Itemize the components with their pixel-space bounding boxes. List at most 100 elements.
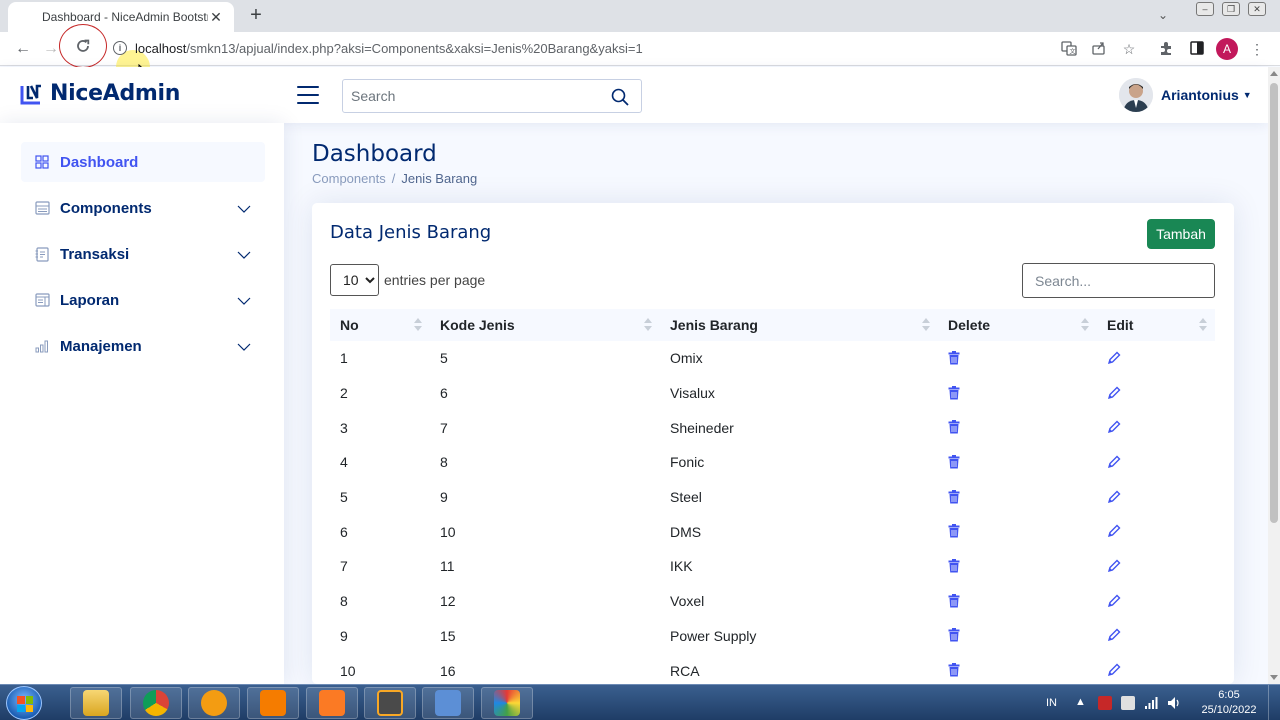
trash-icon[interactable]	[948, 420, 964, 436]
sidebar-item-laporan[interactable]: Laporan	[21, 280, 265, 320]
antivirus-icon[interactable]	[1098, 696, 1112, 710]
chrome-task-icon[interactable]	[130, 687, 182, 719]
cell-no: 7	[340, 558, 348, 575]
system-clock[interactable]: 6:05 25/10/2022	[1198, 688, 1260, 718]
scroll-down-icon[interactable]	[1270, 675, 1278, 680]
pencil-icon[interactable]	[1107, 420, 1123, 436]
column-header-jenis-barang[interactable]: Jenis Barang	[660, 309, 938, 341]
bookmark-star-icon[interactable]: ☆	[1120, 40, 1138, 58]
back-icon[interactable]: ←	[12, 38, 34, 60]
cell-edit	[1097, 376, 1215, 411]
language-indicator[interactable]: IN	[1046, 697, 1057, 709]
browser-tab[interactable]: Dashboard - NiceAdmin Bootstra ✕	[8, 2, 234, 32]
show-hidden-icons-icon[interactable]: ▲	[1075, 696, 1089, 710]
pencil-icon[interactable]	[1107, 386, 1123, 402]
column-header-kode-jenis[interactable]: Kode Jenis	[430, 309, 660, 341]
user-dropdown[interactable]: Ariantonius ▼	[1119, 78, 1252, 112]
sort-icon	[644, 318, 652, 332]
trash-icon[interactable]	[948, 628, 964, 644]
trash-icon[interactable]	[948, 593, 964, 610]
close-tab-icon[interactable]: ✕	[208, 9, 224, 26]
search-icon[interactable]	[611, 88, 629, 111]
breadcrumb-item[interactable]: Components	[312, 171, 386, 186]
cell-edit	[1097, 480, 1215, 515]
start-button[interactable]	[6, 686, 42, 720]
trash-icon[interactable]	[948, 489, 964, 506]
xampp-task-icon[interactable]	[306, 687, 358, 719]
share-icon[interactable]	[1090, 40, 1108, 58]
site-info-icon[interactable]: i	[113, 41, 127, 55]
pencil-icon[interactable]	[1107, 594, 1123, 610]
translate-icon[interactable]: 文	[1060, 40, 1078, 58]
cell-delete	[938, 619, 1097, 654]
trash-icon[interactable]	[948, 663, 964, 679]
url-host: localhost	[135, 41, 187, 56]
header-search	[342, 79, 642, 113]
table-row: 10 16 RCA	[330, 653, 1215, 684]
column-header-label: Delete	[948, 317, 991, 333]
table-row: 8 12 Voxel	[330, 584, 1215, 619]
pdf-task-icon[interactable]	[247, 687, 299, 719]
minimize-icon[interactable]: –	[1196, 2, 1214, 16]
pencil-icon[interactable]	[1107, 628, 1123, 644]
cell-no: 8	[340, 593, 348, 610]
sidebar-item-dashboard[interactable]: Dashboard	[21, 142, 265, 182]
trash-icon[interactable]	[948, 350, 964, 367]
column-header-delete[interactable]: Delete	[938, 309, 1097, 341]
cell-no: 5	[340, 489, 348, 506]
system-tray: IN ▲	[1046, 685, 1190, 720]
sidebar-item-transaksi[interactable]: Transaksi	[21, 234, 265, 274]
pencil-icon[interactable]	[1107, 490, 1123, 506]
address-bar[interactable]: localhost/smkn13/apjual/index.php?aksi=C…	[135, 41, 643, 56]
action-center-flag-icon[interactable]	[1121, 696, 1135, 710]
page-scrollbar[interactable]	[1268, 67, 1280, 684]
cell-jenis-barang: Sheineder	[670, 419, 734, 436]
table-search-input[interactable]	[1022, 263, 1215, 298]
column-header-no[interactable]: No	[330, 309, 430, 341]
pencil-icon[interactable]	[1107, 351, 1123, 367]
cell-kode-jenis: 16	[440, 662, 456, 679]
profile-avatar[interactable]: A	[1216, 38, 1238, 60]
restore-icon[interactable]: ❐	[1222, 2, 1240, 16]
pencil-icon[interactable]	[1107, 663, 1123, 679]
volume-icon[interactable]	[1167, 696, 1181, 710]
pencil-icon[interactable]	[1107, 455, 1123, 471]
cell-delete	[938, 376, 1097, 411]
scroll-up-icon[interactable]	[1270, 71, 1278, 76]
header-search-input[interactable]	[343, 80, 593, 112]
cell-kode-jenis: 11	[440, 558, 455, 575]
pencil-icon[interactable]	[1107, 524, 1123, 540]
trash-icon[interactable]	[948, 559, 964, 575]
screen-recorder-task-icon[interactable]	[481, 687, 533, 719]
new-tab-icon[interactable]: +	[246, 5, 266, 25]
ccleaner-task-icon[interactable]	[188, 687, 240, 719]
journal-text-icon	[35, 246, 51, 262]
sidebar-item-components[interactable]: Components	[21, 188, 265, 228]
logo[interactable]: NiceAdmin	[20, 81, 180, 106]
pencil-icon[interactable]	[1107, 559, 1123, 575]
per-page-select[interactable]: 10	[330, 264, 379, 296]
tab-search-chevron-icon[interactable]: ⌄	[1158, 8, 1168, 22]
dolphin-task-icon[interactable]	[422, 687, 474, 719]
close-window-icon[interactable]: ✕	[1248, 2, 1266, 16]
toggle-sidebar-icon[interactable]	[297, 86, 319, 104]
show-desktop-button[interactable]	[1268, 685, 1280, 720]
cell-no: 6	[340, 523, 348, 540]
table-row: 2 6 Visalux	[330, 376, 1215, 411]
url-path: /smkn13/apjual/index.php?aksi=Components…	[186, 41, 643, 56]
network-icon[interactable]	[1144, 696, 1158, 710]
side-panel-icon[interactable]	[1188, 40, 1206, 58]
trash-icon[interactable]	[948, 385, 964, 402]
extensions-icon[interactable]	[1157, 40, 1175, 58]
add-button[interactable]: Tambah	[1147, 219, 1215, 249]
trash-icon[interactable]	[948, 455, 964, 471]
scroll-thumb[interactable]	[1270, 83, 1278, 523]
sidebar-item-manajemen[interactable]: Manajemen	[21, 326, 265, 366]
trash-icon[interactable]	[948, 524, 964, 540]
browser-menu-icon[interactable]: ⋮	[1248, 40, 1266, 58]
data-table: No Kode Jenis Jenis Barang Delete Edit 1…	[330, 309, 1215, 684]
table-row: 4 8 Fonic	[330, 445, 1215, 480]
sublime-text-task-icon[interactable]	[364, 687, 416, 719]
file-explorer-task-icon[interactable]	[70, 687, 122, 719]
column-header-edit[interactable]: Edit	[1097, 309, 1215, 341]
